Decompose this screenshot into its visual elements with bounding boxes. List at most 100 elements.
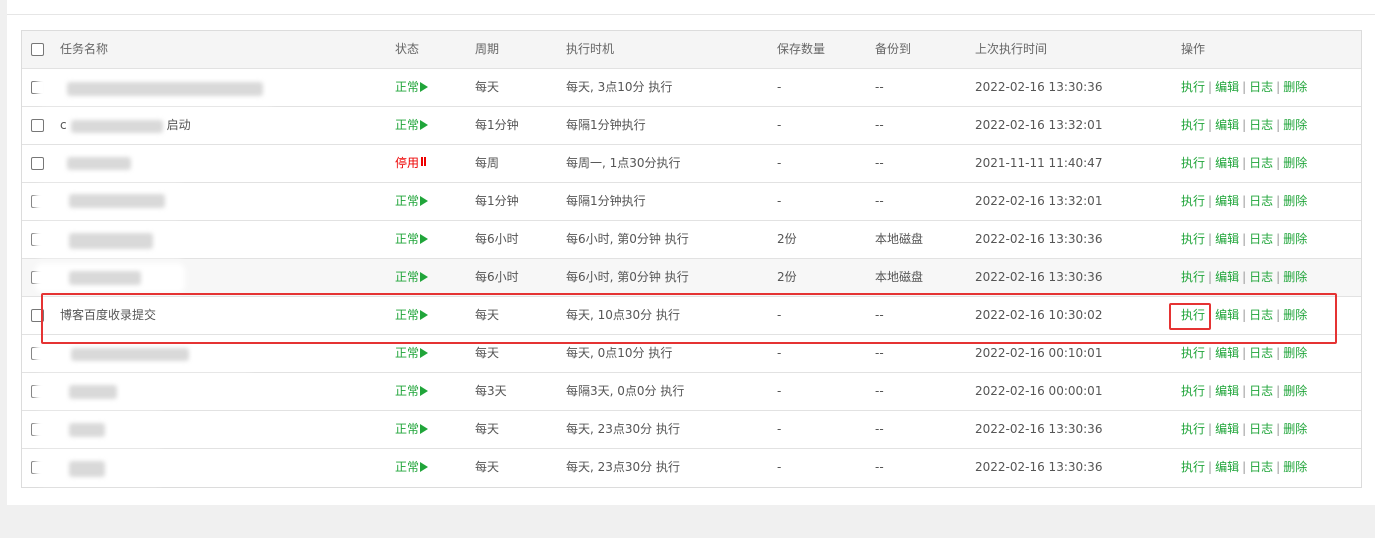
task-exec-time: 每6小时, 第0分钟 执行 — [566, 232, 689, 246]
task-cycle: 每周 — [475, 156, 500, 170]
task-ops: 执行 | 编辑 | 日志 | 删除 — [1181, 373, 1307, 410]
log-link[interactable]: 日志 — [1249, 232, 1273, 246]
status-label: 正常 — [395, 80, 420, 94]
delete-link[interactable]: 删除 — [1283, 80, 1307, 94]
row-checkbox[interactable] — [31, 157, 44, 170]
delete-link[interactable]: 删除 — [1283, 232, 1307, 246]
task-status[interactable]: 停用 — [395, 145, 427, 182]
task-status[interactable]: 正常 — [395, 69, 429, 106]
log-link[interactable]: 日志 — [1249, 80, 1273, 94]
separator: | — [1242, 118, 1247, 132]
log-link[interactable]: 日志 — [1249, 270, 1273, 284]
edit-link[interactable]: 编辑 — [1215, 346, 1239, 360]
task-status[interactable]: 正常 — [395, 107, 429, 144]
task-keep-count: - — [777, 118, 782, 132]
task-name-text: 博客百度收录提交 — [60, 308, 157, 322]
run-link[interactable]: 执行 — [1181, 194, 1205, 208]
row-checkbox[interactable] — [31, 309, 44, 322]
log-link[interactable]: 日志 — [1249, 118, 1273, 132]
task-status[interactable]: 正常 — [395, 221, 429, 258]
log-link[interactable]: 日志 — [1249, 346, 1273, 360]
task-backup-target: -- — [875, 194, 884, 208]
edit-link[interactable]: 编辑 — [1215, 194, 1239, 208]
log-link[interactable]: 日志 — [1249, 194, 1273, 208]
delete-link[interactable]: 删除 — [1283, 308, 1307, 322]
delete-link[interactable]: 删除 — [1283, 422, 1307, 436]
edit-link[interactable]: 编辑 — [1215, 422, 1239, 436]
delete-link[interactable]: 删除 — [1283, 118, 1307, 132]
task-status[interactable]: 正常 — [395, 335, 429, 372]
log-link[interactable]: 日志 — [1249, 460, 1273, 474]
delete-link[interactable]: 删除 — [1283, 460, 1307, 474]
edit-link[interactable]: 编辑 — [1215, 460, 1239, 474]
redaction — [69, 233, 153, 249]
run-link[interactable]: 执行 — [1181, 80, 1205, 94]
task-status[interactable]: 正常 — [395, 259, 429, 296]
delete-link[interactable]: 删除 — [1283, 194, 1307, 208]
delete-link[interactable]: 删除 — [1283, 384, 1307, 398]
log-link[interactable]: 日志 — [1249, 422, 1273, 436]
separator: | — [1208, 156, 1213, 170]
task-ops: 执行 | 编辑 | 日志 | 删除 — [1181, 183, 1307, 220]
task-status[interactable]: 正常 — [395, 373, 429, 410]
delete-link[interactable]: 删除 — [1283, 270, 1307, 284]
task-cycle: 每天 — [475, 346, 500, 360]
edit-link[interactable]: 编辑 — [1215, 308, 1239, 322]
run-link[interactable]: 执行 — [1181, 156, 1205, 170]
edit-link[interactable]: 编辑 — [1215, 156, 1239, 170]
separator: | — [1242, 194, 1247, 208]
task-ops: 执行 | 编辑 | 日志 | 删除 — [1181, 259, 1307, 296]
edit-link[interactable]: 编辑 — [1215, 232, 1239, 246]
status-label: 正常 — [395, 346, 420, 360]
task-exec-time: 每天, 3点10分 执行 — [566, 80, 673, 94]
separator: | — [1208, 80, 1213, 94]
redaction — [69, 461, 105, 477]
separator: | — [1276, 270, 1281, 284]
redaction — [71, 348, 189, 361]
run-link[interactable]: 执行 — [1181, 422, 1205, 436]
status-label: 停用 — [395, 156, 420, 170]
task-cycle: 每天 — [475, 80, 500, 94]
run-link[interactable]: 执行 — [1181, 232, 1205, 246]
run-link[interactable]: 执行 — [1181, 308, 1205, 322]
separator: | — [1276, 346, 1281, 360]
task-status[interactable]: 正常 — [395, 449, 429, 486]
separator: | — [1208, 460, 1213, 474]
task-keep-count: - — [777, 346, 782, 360]
run-link[interactable]: 执行 — [1181, 346, 1205, 360]
task-name-text: c — [60, 118, 67, 132]
row-checkbox[interactable] — [31, 119, 44, 132]
task-status[interactable]: 正常 — [395, 297, 429, 334]
run-link[interactable]: 执行 — [1181, 460, 1205, 474]
task-status[interactable]: 正常 — [395, 183, 429, 220]
task-last-run: 2022-02-16 13:30:36 — [975, 460, 1103, 474]
task-status[interactable]: 正常 — [395, 411, 429, 448]
task-backup-target: 本地磁盘 — [875, 232, 924, 246]
run-link[interactable]: 执行 — [1181, 118, 1205, 132]
task-cycle: 每1分钟 — [475, 118, 519, 132]
edit-link[interactable]: 编辑 — [1215, 270, 1239, 284]
log-link[interactable]: 日志 — [1249, 384, 1273, 398]
edit-link[interactable]: 编辑 — [1215, 80, 1239, 94]
separator: | — [1242, 308, 1247, 322]
redaction — [69, 194, 165, 208]
log-link[interactable]: 日志 — [1249, 156, 1273, 170]
play-icon — [420, 347, 429, 358]
task-keep-count: - — [777, 80, 782, 94]
col-keep: 保存数量 — [777, 42, 826, 56]
delete-link[interactable]: 删除 — [1283, 346, 1307, 360]
task-backup-target: -- — [875, 460, 884, 474]
task-keep-count: 2份 — [777, 232, 797, 246]
edit-link[interactable]: 编辑 — [1215, 118, 1239, 132]
select-all-checkbox[interactable] — [31, 43, 44, 56]
play-icon — [420, 233, 429, 244]
log-link[interactable]: 日志 — [1249, 308, 1273, 322]
separator: | — [1208, 384, 1213, 398]
edit-link[interactable]: 编辑 — [1215, 384, 1239, 398]
task-exec-time: 每天, 23点30分 执行 — [566, 422, 680, 436]
run-link[interactable]: 执行 — [1181, 270, 1205, 284]
task-cycle: 每6小时 — [475, 270, 519, 284]
task-last-run: 2022-02-16 13:32:01 — [975, 194, 1103, 208]
run-link[interactable]: 执行 — [1181, 384, 1205, 398]
delete-link[interactable]: 删除 — [1283, 156, 1307, 170]
